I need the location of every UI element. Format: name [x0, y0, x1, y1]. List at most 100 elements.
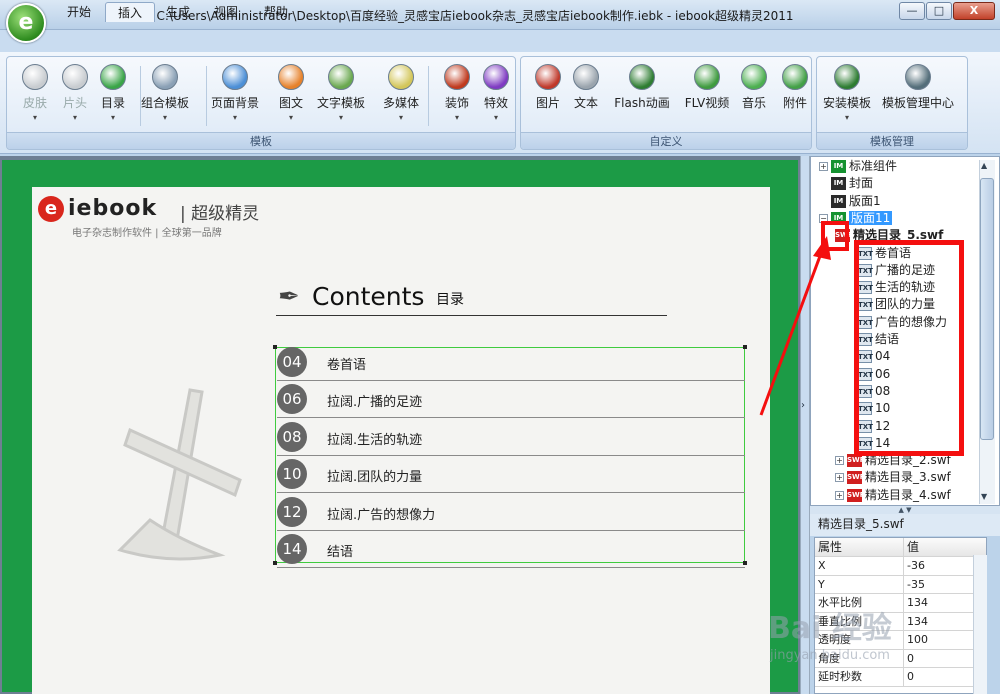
property-name: 延时秒数: [815, 668, 904, 686]
catalog-icon: [100, 64, 126, 90]
toc-row[interactable]: 12 拉阔.广告的想像力: [277, 494, 745, 531]
ribbon-button-label: 组合模板: [140, 96, 189, 110]
property-value[interactable]: 0: [904, 668, 974, 686]
toc-entry-text: 拉阔.生活的轨迹: [327, 432, 423, 448]
properties-title: 精选目录_5.swf: [810, 514, 1000, 536]
contents-subtitle: 目录: [436, 292, 464, 308]
skin-icon: [22, 64, 48, 90]
maximize-button[interactable]: □: [926, 2, 952, 20]
property-row[interactable]: X -36: [815, 557, 986, 576]
scroll-up-icon[interactable]: ▲: [981, 161, 987, 170]
flash-icon: [629, 64, 655, 90]
tree-scrollbar-thumb[interactable]: [980, 178, 994, 440]
ribbon-button-6[interactable]: 文字模板 ▾: [317, 62, 365, 128]
watermark: Bai 经验: [768, 611, 892, 646]
expand-icon[interactable]: +: [835, 490, 844, 500]
tree-node-label: 精选目录_4.swf: [865, 487, 951, 502]
minimize-button[interactable]: —: [899, 2, 925, 20]
decoration-icon: [444, 64, 470, 90]
scroll-down-icon[interactable]: ▼: [981, 492, 987, 501]
pen-icon: ✒: [278, 282, 300, 312]
tree-node[interactable]: IM 封面: [819, 175, 873, 193]
dark-file-icon: IM: [831, 177, 846, 191]
toc-row[interactable]: 06 拉阔.广播的足迹: [277, 381, 745, 419]
property-value[interactable]: -35: [904, 576, 974, 594]
expand-icon[interactable]: +: [835, 473, 844, 483]
annotation-highlight-box: [854, 240, 964, 456]
logo-cn: | 超级精灵: [180, 204, 260, 224]
ribbon-button-17[interactable]: 模板管理中心: [882, 62, 954, 128]
app-logo-icon[interactable]: e: [6, 3, 46, 43]
iebook-logo-icon: e: [38, 196, 64, 222]
group-label: 模板: [7, 132, 515, 149]
tab-view[interactable]: 视图: [202, 2, 250, 22]
expand-icon[interactable]: +: [835, 456, 844, 466]
property-row[interactable]: Y -35: [815, 575, 986, 594]
swf-file-icon: SWF: [847, 471, 865, 485]
page-background-icon: [222, 64, 248, 90]
tree-node[interactable]: + SWF精选目录_3.swf: [835, 469, 951, 487]
toc-page-number: 14: [277, 534, 307, 564]
group-label: 模板管理: [817, 132, 967, 149]
header-value: 值: [907, 540, 920, 554]
properties-scrollbar[interactable]: [973, 555, 987, 694]
close-button[interactable]: X: [953, 2, 995, 20]
expand-icon[interactable]: +: [819, 162, 828, 171]
toc-page-number: 08: [277, 421, 307, 452]
attachment-icon: [782, 64, 808, 90]
ribbon-button-4[interactable]: 页面背景 ▾: [211, 62, 259, 128]
property-value[interactable]: 134: [904, 594, 974, 612]
tree-node[interactable]: + IM 标准组件: [819, 158, 897, 176]
dropdown-arrow-icon: ▾: [844, 113, 849, 122]
flv-video-icon: [694, 64, 720, 90]
properties-header: 属性 值: [815, 538, 986, 557]
property-row[interactable]: 延时秒数 0: [815, 668, 986, 687]
tab-generate[interactable]: 生成: [154, 2, 202, 22]
text-icon: [573, 64, 599, 90]
toc-entry-text: 拉阔.广播的足迹: [327, 395, 423, 411]
ribbon-button-2[interactable]: 目录 ▾: [92, 62, 134, 128]
header-name: 属性: [815, 538, 904, 556]
effects-icon: [483, 64, 509, 90]
ribbon-button-12[interactable]: Flash动画: [612, 62, 672, 128]
watermark-url: jingyan.baidu.com: [770, 648, 890, 663]
tab-start[interactable]: 开始: [55, 2, 103, 22]
tree-node[interactable]: + SWF精选目录_4.swf: [835, 487, 951, 505]
panel-splitter[interactable]: ▲ ▼: [810, 506, 1000, 514]
dark-file-icon: IM: [831, 194, 846, 208]
ribbon-button-label: 页面背景: [210, 96, 259, 110]
property-value[interactable]: 100: [904, 631, 974, 649]
toc-row[interactable]: 04 卷首语: [277, 344, 745, 381]
ribbon-button-5[interactable]: 图文 ▾: [270, 62, 312, 128]
template-center-icon: [905, 64, 931, 90]
toc-row[interactable]: 14 结语: [277, 531, 745, 568]
property-value[interactable]: -36: [904, 557, 974, 575]
ribbon-button-16[interactable]: 安装模板 ▾: [823, 62, 871, 128]
toc-entry-text: 结语: [327, 545, 354, 560]
tab-insert[interactable]: 插入: [105, 2, 156, 22]
ribbon-button-label: 安装模板: [822, 96, 871, 110]
tree-node[interactable]: IM 版面1: [819, 193, 881, 211]
toc-row[interactable]: 10 拉阔.团队的力量: [277, 456, 745, 494]
intro-icon: [62, 64, 88, 90]
tab-help[interactable]: 帮助: [252, 2, 300, 22]
ribbon-button-9[interactable]: 特效 ▾: [475, 62, 517, 128]
ribbon-button-15[interactable]: 附件: [774, 62, 816, 128]
property-value[interactable]: 134: [904, 613, 974, 631]
dropdown-arrow-icon: ▾: [398, 113, 403, 122]
ribbon-button-label: 模板管理中心: [881, 96, 954, 110]
dropdown-arrow-icon: ▾: [338, 113, 343, 122]
swf-file-icon: SWF: [847, 488, 865, 502]
toc-entry-text: 拉阔.广告的想像力: [327, 507, 436, 523]
toc-row[interactable]: 08 拉阔.生活的轨迹: [277, 419, 745, 456]
property-value[interactable]: 0: [904, 650, 974, 668]
ribbon-button-11[interactable]: 文本: [565, 62, 607, 128]
dropdown-arrow-icon: ▾: [32, 113, 37, 122]
ribbon-button-7[interactable]: 多媒体 ▾: [380, 62, 422, 128]
swf-file-icon: SWF: [847, 454, 865, 468]
ribbon-button-3[interactable]: 组合模板 ▾: [141, 62, 189, 128]
toc-page-number: 06: [277, 384, 307, 415]
contents-title: Contents: [312, 282, 425, 311]
tree-node-label: 版面1: [849, 193, 881, 208]
ribbon-button-label: 多媒体: [382, 96, 419, 110]
